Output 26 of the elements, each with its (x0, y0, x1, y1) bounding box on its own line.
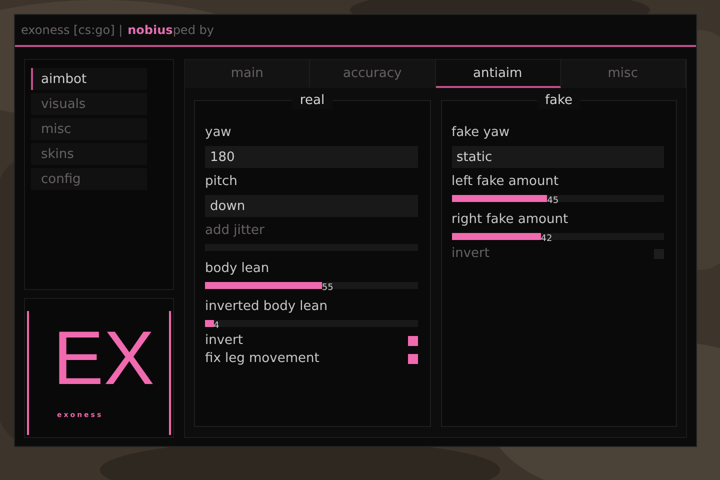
field-label: pitch (205, 174, 238, 190)
dropdown[interactable]: static (452, 146, 664, 168)
tab[interactable]: antiaim (436, 60, 561, 88)
checkbox-label: fix leg movement (205, 351, 320, 367)
dropdown[interactable]: 180 (205, 146, 418, 168)
slider-label: body lean (205, 261, 270, 277)
slider-label: right fake amount (452, 212, 570, 228)
window-title: nobius (128, 23, 173, 37)
checkbox-label: invert (205, 333, 243, 349)
slider-track[interactable]: 55 (205, 282, 418, 289)
window-title: exoness [cs:go] | (21, 23, 123, 37)
slider-track[interactable]: 42 (452, 233, 664, 240)
dropdown[interactable]: down (205, 195, 418, 217)
field-label: fake yaw (452, 125, 511, 141)
slider-label: left fake amount (452, 174, 560, 190)
logo-mark: EX (53, 321, 154, 397)
slider-track[interactable]: 45 (452, 195, 664, 202)
window-title: ped by (172, 23, 214, 37)
checkbox-label: invert (452, 246, 490, 262)
slider-track[interactable]: 4 (205, 320, 418, 327)
checkbox[interactable] (408, 354, 418, 364)
checkbox[interactable] (408, 336, 418, 346)
sidebar-item[interactable]: aimbot (31, 68, 147, 90)
slider-label: inverted body lean (205, 299, 328, 315)
slider-label: add jitter (205, 223, 266, 239)
field-label: yaw (205, 125, 232, 141)
